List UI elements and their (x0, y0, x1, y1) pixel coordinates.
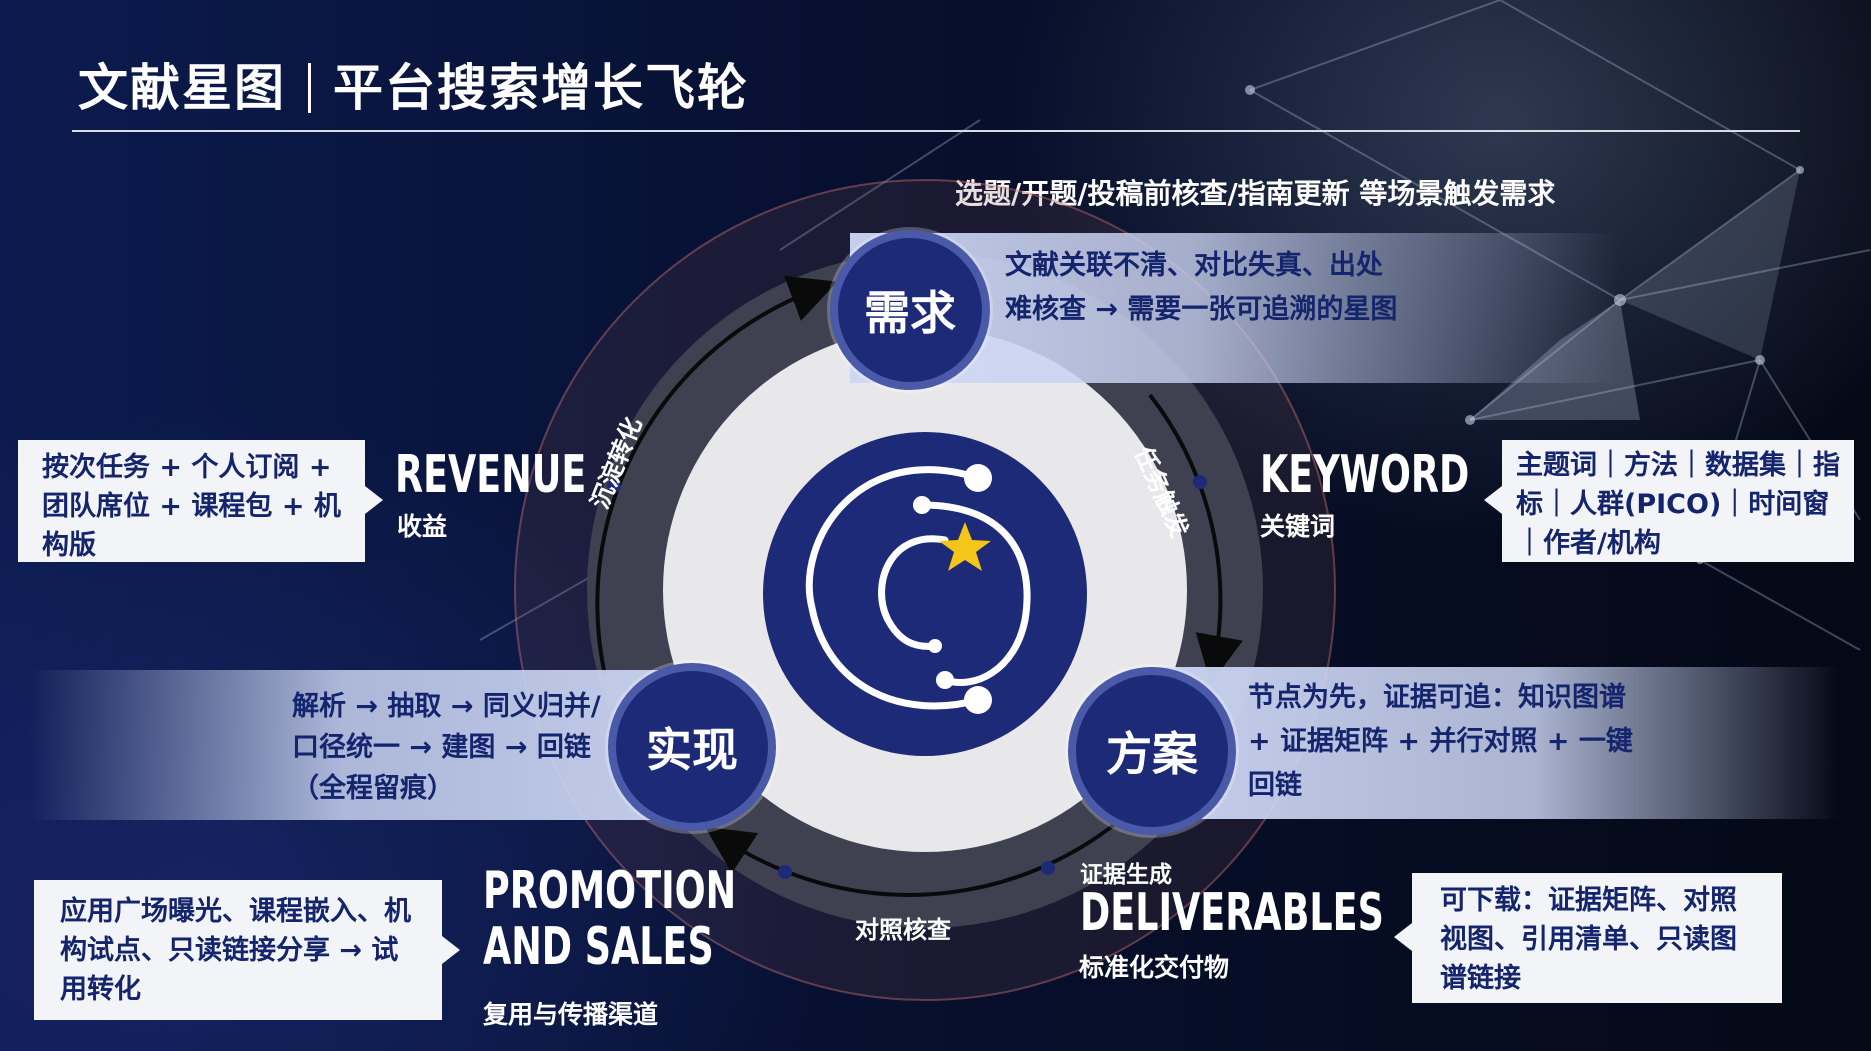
demand-description: 文献关联不清、对比失真、出处难核查 → 需要一张可追溯的星图 (1005, 250, 1398, 325)
deliverables-sublabel: 标准化交付物 (1079, 953, 1230, 982)
keyword-label: KEYWORD (1260, 445, 1470, 505)
revenue-label: REVENUE (395, 445, 587, 505)
keyword-card: 主题词｜方法｜数据集｜指标｜人群(PICO)｜时间窗｜作者/机构 (1484, 440, 1854, 562)
revenue-sublabel: 收益 (397, 512, 448, 541)
keyword-sublabel: 关键词 (1260, 512, 1336, 541)
plan-description: 节点为先，证据可追：知识图谱 + 证据矩阵 + 并行对照 + 一键回链 (1248, 682, 1633, 801)
promotion-card: 应用广场曝光、课程嵌入、机构试点、只读链接分享 → 试用转化 (34, 880, 460, 1020)
promotion-sublabel: 复用与传播渠道 (483, 1000, 659, 1029)
deliverables-card-text: 可下载：证据矩阵、对照视图、引用清单、只读图谱链接 (1440, 885, 1737, 994)
promotion-card-text: 应用广场曝光、课程嵌入、机构试点、只读链接分享 → 试用转化 (60, 896, 411, 1005)
revenue-card: 按次任务 + 个人订阅 + 团队席位 + 课程包 + 机构版 (18, 440, 383, 562)
card-pointer (442, 936, 460, 964)
promotion-label: PROMOTION AND SALES (483, 863, 736, 975)
node-impl: 实现 (608, 663, 776, 831)
node-plan: 方案 (1068, 667, 1236, 835)
deliverables-card: 可下载：证据矩阵、对照视图、引用清单、只读图谱链接 (1394, 873, 1782, 1003)
keyword-card-text: 主题词｜方法｜数据集｜指标｜人群(PICO)｜时间窗｜作者/机构 (1516, 450, 1840, 559)
node-demand: 需求 (830, 230, 990, 390)
deliverables-label: DELIVERABLES (1080, 883, 1384, 943)
promotion-label-line1: PROMOTION (483, 861, 737, 921)
impl-description: 解析 → 抽取 → 同义归并/口径统一 → 建图 → 回链（全程留痕） (292, 691, 601, 804)
promotion-label-line2: AND SALES (483, 917, 714, 977)
card-pointer (365, 486, 383, 514)
revenue-card-text: 按次任务 + 个人订阅 + 团队席位 + 课程包 + 机构版 (42, 452, 341, 561)
card-pointer (1394, 923, 1412, 951)
arc-label-compare: 对照核查 (855, 916, 951, 944)
card-pointer (1484, 486, 1502, 514)
